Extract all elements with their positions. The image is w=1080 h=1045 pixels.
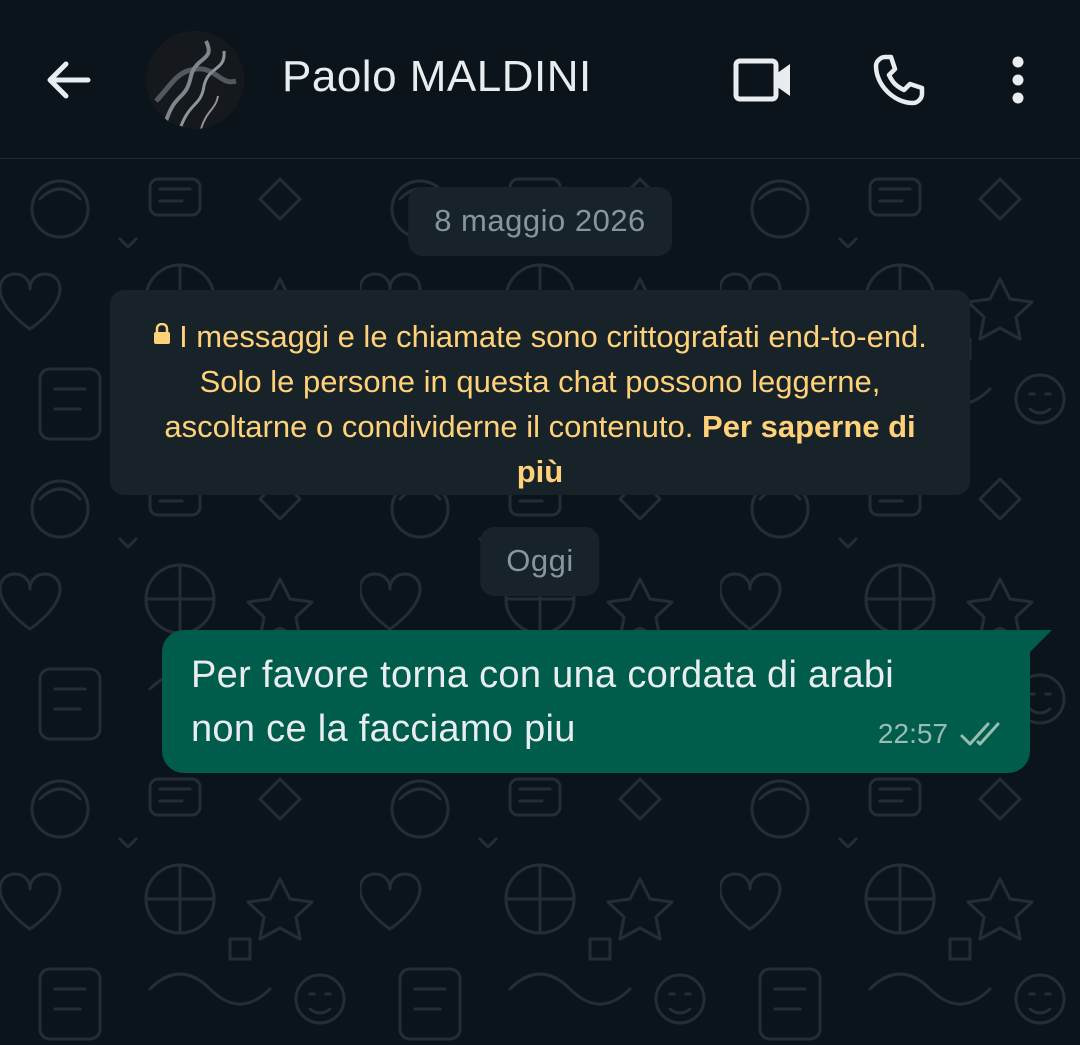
contact-name[interactable]: Paolo MALDINI bbox=[282, 52, 592, 102]
encryption-notice[interactable]: I messaggi e le chiamate sono crittograf… bbox=[110, 290, 970, 495]
date-chip-today: Oggi bbox=[480, 527, 600, 596]
video-call-icon bbox=[733, 58, 790, 102]
arrow-left-icon bbox=[47, 61, 91, 99]
chat-header: Paolo MALDINI bbox=[0, 0, 1080, 159]
date-chip: 8 maggio 2026 bbox=[408, 187, 672, 256]
lock-icon bbox=[153, 312, 171, 357]
double-check-icon bbox=[958, 720, 1006, 748]
more-options-button[interactable] bbox=[990, 48, 1046, 112]
voice-call-button[interactable] bbox=[866, 48, 932, 112]
message-time: 22:57 bbox=[877, 718, 948, 749]
avatar[interactable] bbox=[146, 31, 244, 129]
phone-icon bbox=[873, 54, 925, 106]
chat-area[interactable]: 8 maggio 2026 I messaggi e le chiamate s… bbox=[0, 159, 1080, 1045]
avatar-image bbox=[146, 31, 244, 129]
video-call-button[interactable] bbox=[728, 48, 798, 112]
chat-screen: Paolo MALDINI 8 maggio 2026 I messaggi e… bbox=[0, 0, 1080, 1045]
message-text: Per favore torna con una cordata di arab… bbox=[191, 654, 895, 750]
more-vertical-icon bbox=[1012, 56, 1024, 104]
message-meta: 22:57 bbox=[878, 707, 1006, 761]
back-button[interactable] bbox=[38, 50, 98, 110]
bubble-tail bbox=[1028, 630, 1052, 654]
outgoing-message-bubble[interactable]: Per favore torna con una cordata di arab… bbox=[162, 630, 1030, 773]
